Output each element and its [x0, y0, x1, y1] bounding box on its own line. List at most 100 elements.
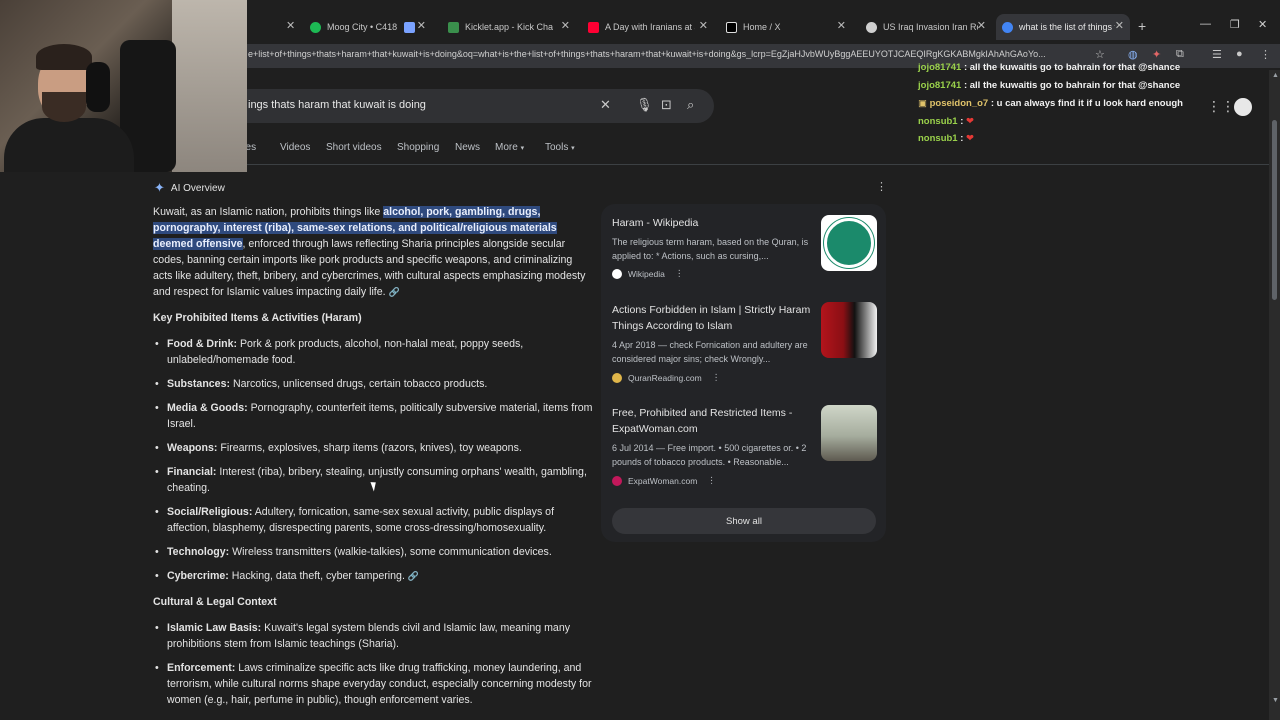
tab-news[interactable]: News — [455, 142, 480, 153]
quranreading-icon — [612, 372, 622, 383]
search-box[interactable]: ings thats haram that kuwait is doing ✕ … — [170, 89, 714, 123]
source-card[interactable]: Free, Prohibited and Restricted Items - … — [612, 405, 877, 495]
search-icon[interactable]: ⌕ — [687, 97, 694, 113]
intro-paragraph: Kuwait, as an Islamic nation, prohibits … — [153, 206, 586, 298]
mail-icon[interactable] — [404, 14, 418, 40]
google-apps-icon[interactable]: ⋮⋮ — [1207, 98, 1235, 115]
tab-tools[interactable]: Tools ▾ — [545, 142, 575, 153]
tab-kicklet[interactable]: Kicklet.app - Kick Chatbot ✕ — [444, 14, 576, 40]
scrollbar[interactable] — [1269, 70, 1280, 720]
restore-icon[interactable]: ❐ — [1230, 18, 1240, 31]
source-site[interactable]: QuranReading.com ⋮ — [612, 372, 720, 383]
source-title[interactable]: Haram - Wikipedia — [612, 215, 820, 231]
chevron-down-icon: ▾ — [571, 145, 575, 152]
tab-short-videos[interactable]: Short videos — [326, 142, 382, 153]
source-thumbnail — [821, 215, 877, 271]
profile-icon[interactable]: ● — [1236, 48, 1243, 60]
source-card[interactable]: Actions Forbidden in Islam | Strictly Ha… — [612, 302, 877, 392]
extensions-puzzle-icon[interactable]: ⧉ — [1176, 48, 1184, 61]
source-site[interactable]: ExpatWoman.com ⋮ — [612, 475, 716, 486]
more-options-icon: ⋮ — [674, 268, 684, 278]
source-snippet: 6 Jul 2014 — Free import. • 500 cigarett… — [612, 443, 807, 467]
context-list: Islamic Law Basis: Kuwait's legal system… — [153, 620, 593, 708]
microphone-icon[interactable]: 🎙 — [636, 97, 653, 113]
tab-us-iraq[interactable]: US Iraq Invasion Iran Role ✕ — [862, 14, 992, 40]
scroll-down-icon[interactable]: ▼ — [1272, 697, 1279, 704]
tab-title: Moog City • C418 — [327, 22, 398, 32]
headset-icon — [86, 62, 110, 112]
list-item: Food & Drink: Pork & pork products, alco… — [153, 336, 593, 368]
kicklet-icon — [448, 21, 459, 33]
menu-kebab-icon[interactable]: ⋮ — [1260, 48, 1271, 61]
close-icon[interactable]: ✕ — [977, 19, 986, 32]
ai-overview-content: Kuwait, as an Islamic nation, prohibits … — [153, 204, 593, 716]
address-bar[interactable]: e+list+of+things+thats+haram+that+kuwait… — [248, 49, 1088, 59]
list-item: Social/Religious: Adultery, fornication,… — [153, 504, 593, 536]
tab-title: what is the list of things t — [1019, 22, 1115, 32]
tab-title: Kicklet.app - Kick Chatbot — [465, 22, 553, 32]
clear-icon[interactable]: ✕ — [600, 97, 611, 113]
tab-title: Home / X — [743, 22, 781, 32]
expatwoman-icon — [612, 475, 622, 486]
show-all-button[interactable]: Show all — [612, 508, 876, 534]
close-icon[interactable]: ✕ — [417, 19, 426, 32]
source-thumbnail — [821, 302, 877, 358]
prohibited-list: Food & Drink: Pork & pork products, alco… — [153, 336, 593, 584]
source-title[interactable]: Free, Prohibited and Restricted Items - … — [612, 405, 820, 437]
list-item: Media & Goods: Pornography, counterfeit … — [153, 400, 593, 432]
list-item: Weapons: Firearms, explosives, sharp ite… — [153, 440, 593, 456]
source-snippet: The religious term haram, based on the Q… — [612, 237, 809, 261]
close-icon[interactable]: ✕ — [286, 19, 295, 32]
tab-videos[interactable]: Videos — [280, 142, 310, 153]
sparkle-icon: ✦ — [154, 180, 165, 195]
media-control-icon[interactable]: ☰ — [1212, 48, 1222, 61]
tab-title: A Day with Iranians at a T — [605, 22, 695, 32]
sources-panel: Haram - Wikipedia The religious term har… — [601, 204, 886, 542]
section-heading: Cultural & Legal Context — [153, 596, 277, 608]
search-query[interactable]: ings thats haram that kuwait is doing — [248, 99, 426, 111]
tab-google-search[interactable]: what is the list of things t ✕ — [996, 14, 1130, 40]
scrollbar-thumb[interactable] — [1272, 120, 1277, 300]
bookmark-star-icon[interactable]: ☆ — [1095, 48, 1105, 61]
lens-icon[interactable]: ⊡ — [661, 97, 672, 113]
x-icon — [726, 21, 737, 33]
webcam-overlay — [0, 0, 247, 172]
close-window-icon[interactable]: ✕ — [1258, 18, 1267, 31]
tab-more[interactable]: More ▾ — [495, 142, 524, 153]
chat-message: nonsub1 : ❤ — [918, 133, 975, 144]
extension-icon[interactable]: ✦ — [1152, 48, 1161, 61]
link-icon[interactable]: 🔗 — [389, 287, 400, 297]
tab-title: US Iraq Invasion Iran Role — [883, 22, 978, 32]
heart-emote-icon: ❤ — [966, 116, 975, 127]
tab-x-home[interactable]: Home / X ✕ — [722, 14, 852, 40]
more-options-icon: ⋮ — [711, 372, 721, 382]
minimize-icon[interactable]: — — [1200, 18, 1211, 30]
close-icon[interactable]: ✕ — [1115, 19, 1124, 32]
avatar[interactable] — [1232, 96, 1254, 118]
tab-shopping[interactable]: Shopping — [397, 142, 439, 153]
source-site[interactable]: Wikipedia ⋮ — [612, 268, 683, 279]
more-options-icon[interactable]: ⋮ — [876, 180, 887, 193]
link-icon[interactable]: 🔗 — [408, 571, 419, 581]
spotify-icon — [310, 21, 321, 33]
close-icon[interactable]: ✕ — [837, 19, 846, 32]
close-icon[interactable]: ✕ — [561, 19, 570, 32]
ai-overview-label: AI Overview — [170, 182, 225, 194]
chat-message: jojo81741 : all the kuwaitis go to bahra… — [918, 62, 1181, 73]
new-tab-button[interactable]: + — [1138, 18, 1146, 34]
source-card[interactable]: Haram - Wikipedia The religious term har… — [612, 215, 877, 295]
list-item: Substances: Narcotics, unlicensed drugs,… — [153, 376, 593, 392]
extension-audio-icon[interactable]: ◍ — [1128, 48, 1138, 61]
tab-youtube-video[interactable]: A Day with Iranians at a T ✕ — [584, 14, 714, 40]
chat-message: jojo81741 : all the kuwaitis go to bahra… — [918, 80, 1181, 91]
list-item: Islamic Law Basis: Kuwait's legal system… — [153, 620, 593, 652]
scroll-up-icon[interactable]: ▲ — [1272, 72, 1279, 79]
source-title[interactable]: Actions Forbidden in Islam | Strictly Ha… — [612, 302, 820, 334]
chatgpt-icon — [866, 21, 877, 33]
ai-overview-header: ✦ AI Overview — [154, 180, 225, 196]
source-thumbnail — [821, 405, 877, 461]
close-icon[interactable]: ✕ — [699, 19, 708, 32]
source-snippet: 4 Apr 2018 — check Fornication and adult… — [612, 340, 808, 364]
chat-message: ▣ poseidon_o7 : u can always find it if … — [918, 98, 1183, 109]
chevron-down-icon: ▾ — [520, 145, 525, 152]
